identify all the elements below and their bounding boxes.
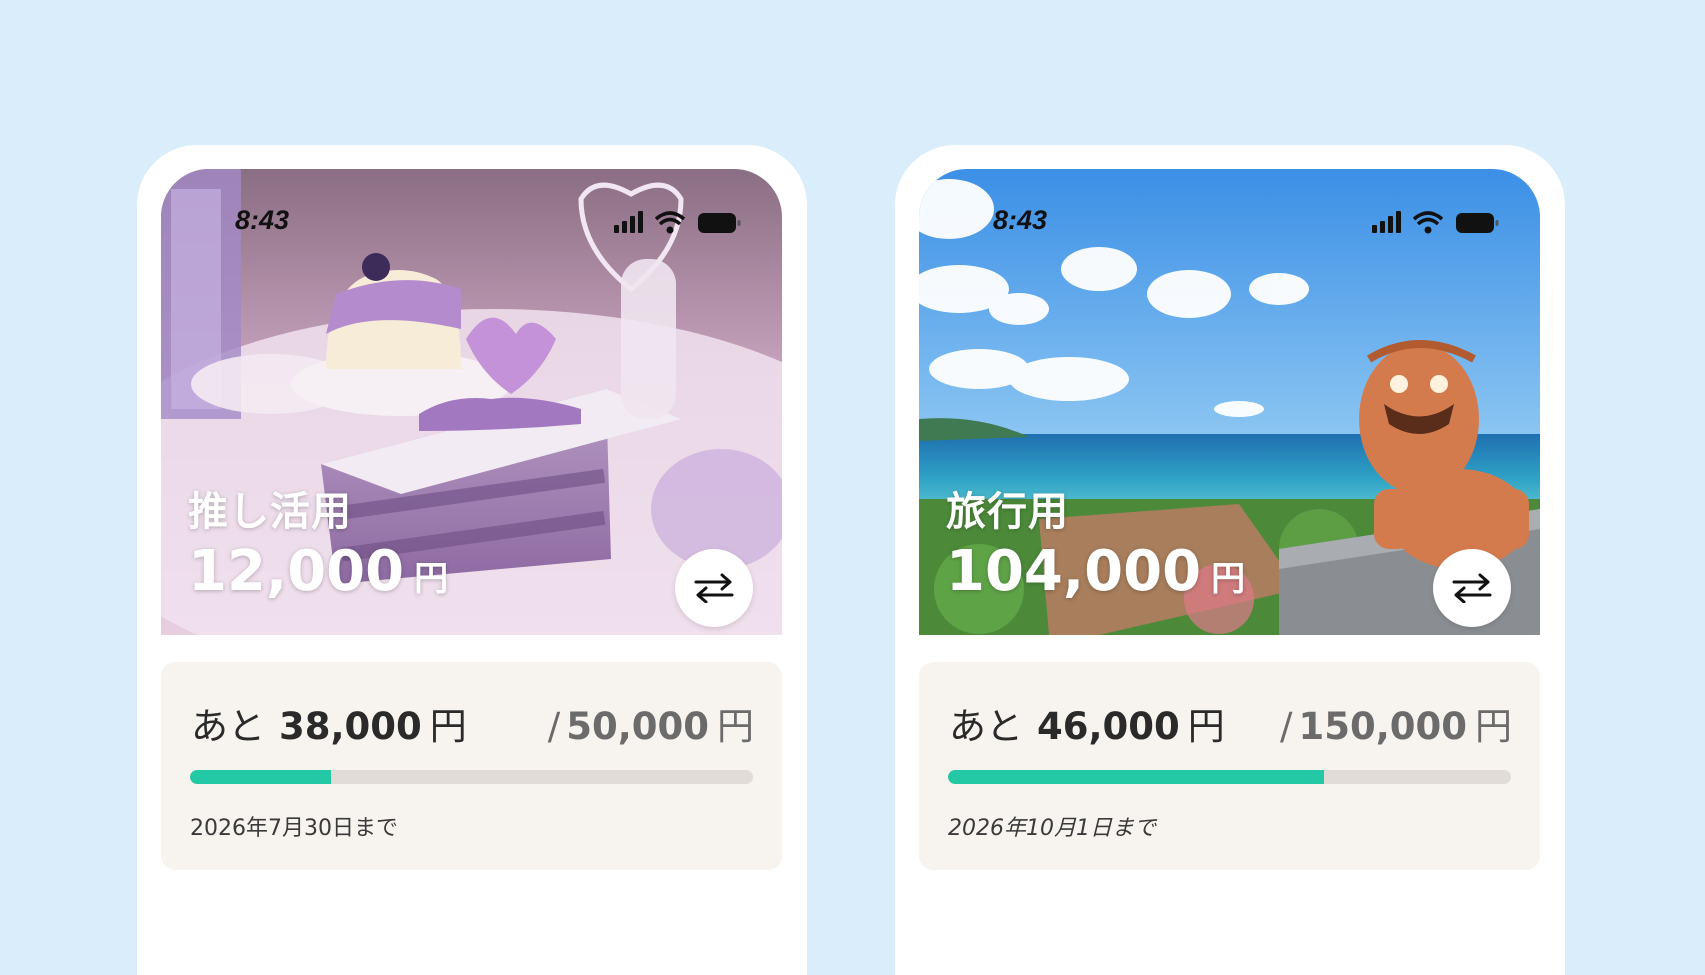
savings-goal-panel: あと 38,000 円 /50,000 円 2026年7月30日まで [161,662,782,870]
deadline-text: 2026年7月30日まで [190,816,398,841]
swap-button[interactable] [675,549,753,627]
remaining-value: 46,000 [1037,705,1180,748]
wifi-icon [1412,211,1444,234]
account-balance: 12,000 円 [188,539,448,604]
hero-image-okinawa[interactable]: 8:43 旅行用 104,000 円 [919,169,1540,635]
remaining-amount: あと 38,000 円 [191,696,467,750]
cellular-signal-icon [1372,211,1401,233]
progress-fill [190,770,331,784]
target-value: 50,000 [566,705,709,748]
status-bar: 8:43 [919,169,1540,239]
remaining-amount: あと 46,000 円 [949,696,1225,750]
balance-value: 12,000 [188,539,405,604]
remaining-unit: 円 [1187,705,1225,748]
status-time: 8:43 [993,205,1048,235]
wifi-icon [654,211,686,234]
status-bar: 8:43 [161,169,782,239]
swap-button[interactable] [1433,549,1511,627]
remaining-unit: 円 [429,705,467,748]
account-title: 旅行用 [946,489,1069,535]
savings-goal-panel: あと 46,000 円 /150,000 円 2026年10月1日まで [919,662,1540,870]
progress-fill [948,770,1324,784]
cellular-signal-icon [614,211,643,233]
swap-arrows-icon [1452,573,1492,603]
remaining-prefix: あと [191,705,265,748]
remaining-value: 38,000 [279,705,422,748]
target-slash: / [547,705,561,748]
phone-frame-travel: 8:43 旅行用 104,000 円 あと 46,000 円 / 150,000… [895,145,1565,975]
progress-bar [190,770,753,784]
target-value: 150,000 [1298,705,1467,748]
remaining-prefix: あと [949,705,1023,748]
status-time: 8:43 [235,205,290,235]
target-amount: /50,000 円 [548,696,754,750]
target-unit: 円 [717,705,754,748]
target-slash: / [1280,705,1293,748]
balance-value: 104,000 [946,539,1202,604]
battery-icon [1456,213,1499,233]
balance-unit: 円 [414,559,449,599]
phone-frame-oshikatsu: 8:43 推し活用 12,000 円 あと 38,000 円 / 50,000 … [137,145,807,975]
hero-image-cake[interactable]: 8:43 推し活用 12,000 円 [161,169,782,635]
balance-unit: 円 [1211,559,1246,599]
target-amount: /150,000 円 [1280,696,1512,750]
account-title: 推し活用 [188,489,352,535]
account-balance: 104,000 円 [946,539,1245,604]
progress-bar [948,770,1511,784]
target-unit: 円 [1475,705,1512,748]
battery-icon [698,213,741,233]
swap-arrows-icon [694,573,734,603]
deadline-text: 2026年10月1日まで [948,816,1156,841]
